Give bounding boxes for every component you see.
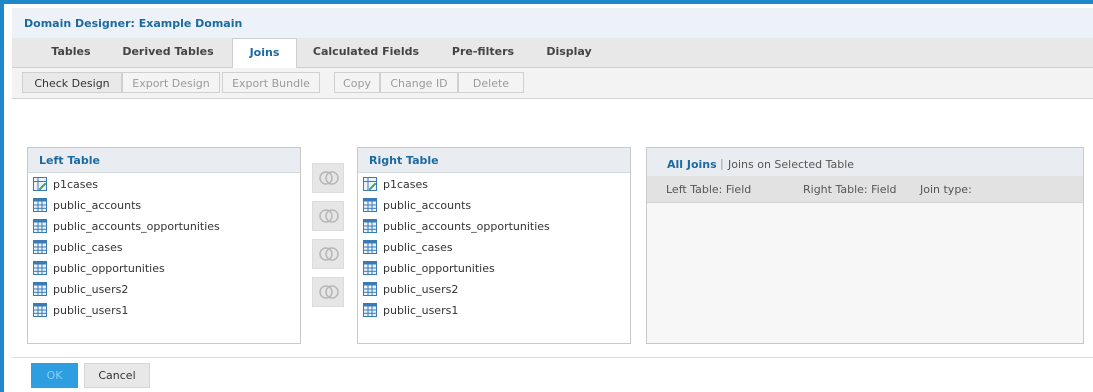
table-icon (33, 303, 47, 317)
full-outer-join-icon (319, 285, 339, 299)
right-outer-join-button[interactable] (312, 239, 344, 269)
title-bar: Domain Designer: Example Domain (12, 8, 1093, 39)
right-table-item[interactable]: public_cases (363, 238, 453, 258)
change-id-button[interactable]: Change ID (380, 72, 458, 93)
col-join-type: Join type: (920, 183, 972, 196)
tab-derived-tables[interactable]: Derived Tables (112, 38, 224, 66)
cancel-button[interactable]: Cancel (84, 363, 150, 388)
right-table-item[interactable]: p1cases (363, 175, 428, 195)
left-table-item[interactable]: public_cases (33, 238, 123, 258)
left-table-item[interactable]: public_opportunities (33, 259, 165, 279)
col-left-table-field: Left Table: Field (666, 183, 752, 196)
joins-on-selected-table-tab[interactable]: Joins on Selected Table (728, 158, 854, 171)
export-design-button[interactable]: Export Design (122, 72, 220, 93)
tab-joins[interactable]: Joins (232, 38, 297, 68)
right-table-item-label: public_accounts_opportunities (383, 220, 550, 233)
right-table-item-label: p1cases (383, 178, 428, 191)
copy-button[interactable]: Copy (334, 72, 380, 93)
derived-table-icon (33, 177, 47, 191)
left-table-item-label: public_accounts (53, 199, 142, 212)
table-icon (33, 198, 47, 212)
left-table-item[interactable]: public_users1 (33, 301, 128, 321)
left-table-item[interactable]: p1cases (33, 175, 98, 195)
joins-panel-header: All Joins | Joins on Selected Table (647, 148, 1083, 177)
right-table-item[interactable]: public_opportunities (363, 259, 495, 279)
right-table-item-label: public_opportunities (383, 262, 495, 275)
right-table-item-label: public_accounts (383, 199, 472, 212)
all-joins-tab[interactable]: All Joins (667, 158, 717, 171)
left-table-item-label: public_cases (53, 241, 123, 254)
ok-button[interactable]: OK (31, 363, 78, 388)
right-outer-join-icon (319, 247, 339, 261)
inner-join-icon (319, 171, 339, 185)
right-table-title: Right Table (369, 154, 439, 167)
col-right-table-field: Right Table: Field (803, 183, 897, 196)
right-table-item-label: public_users1 (383, 304, 459, 317)
left-outer-join-button[interactable] (312, 201, 344, 231)
right-table-item[interactable]: public_accounts (363, 196, 471, 216)
joins-panel: All Joins | Joins on Selected Table Left… (646, 147, 1084, 344)
tab-display[interactable]: Display (536, 38, 602, 66)
left-table-item-label: public_users1 (53, 304, 129, 317)
left-table-title: Left Table (39, 154, 100, 167)
left-table-item-label: public_opportunities (53, 262, 165, 275)
footer-divider (12, 357, 1093, 358)
full-outer-join-button[interactable] (312, 277, 344, 307)
window-title: Domain Designer: Example Domain (24, 17, 243, 30)
toolbar: Check Design Export Design Export Bundle… (12, 68, 1093, 99)
right-table-panel: Right Table p1cases public_accountspublic… (357, 147, 631, 344)
table-icon (33, 219, 47, 233)
table-icon (363, 303, 377, 317)
joins-tab-separator: | (720, 157, 724, 170)
tab-bar: Tables Derived Tables Joins Calculated F… (12, 38, 1093, 68)
joins-column-header: Left Table: Field Right Table: Field Joi… (647, 176, 1083, 203)
derived-table-icon (363, 177, 377, 191)
table-icon (363, 282, 377, 296)
left-table-item[interactable]: public_users2 (33, 280, 128, 300)
left-table-item[interactable]: public_accounts (33, 196, 141, 216)
table-icon (33, 240, 47, 254)
table-icon (33, 261, 47, 275)
table-icon (363, 219, 377, 233)
left-table-item-label: public_accounts_opportunities (53, 220, 220, 233)
delete-button[interactable]: Delete (458, 72, 524, 93)
check-design-button[interactable]: Check Design (22, 72, 122, 93)
right-table-item[interactable]: public_users2 (363, 280, 458, 300)
right-table-item[interactable]: public_accounts_opportunities (363, 217, 550, 237)
tab-calculated-fields[interactable]: Calculated Fields (302, 38, 430, 66)
right-table-header: Right Table (358, 148, 630, 173)
right-table-item[interactable]: public_users1 (363, 301, 458, 321)
tab-tables[interactable]: Tables (38, 38, 104, 66)
table-icon (363, 198, 377, 212)
table-icon (363, 240, 377, 254)
left-table-item-label: p1cases (53, 178, 98, 191)
left-table-item[interactable]: public_accounts_opportunities (33, 217, 220, 237)
left-table-panel: Left Table p1cases public_accounts public_… (27, 147, 301, 344)
export-bundle-button[interactable]: Export Bundle (222, 72, 320, 93)
table-icon (363, 261, 377, 275)
right-table-item-label: public_users2 (383, 283, 459, 296)
table-icon (33, 282, 47, 296)
tab-pre-filters[interactable]: Pre-filters (440, 38, 526, 66)
left-table-item-label: public_users2 (53, 283, 129, 296)
left-outer-join-icon (319, 209, 339, 223)
right-table-item-label: public_cases (383, 241, 453, 254)
inner-join-button[interactable] (312, 163, 344, 193)
left-table-header: Left Table (28, 148, 300, 173)
